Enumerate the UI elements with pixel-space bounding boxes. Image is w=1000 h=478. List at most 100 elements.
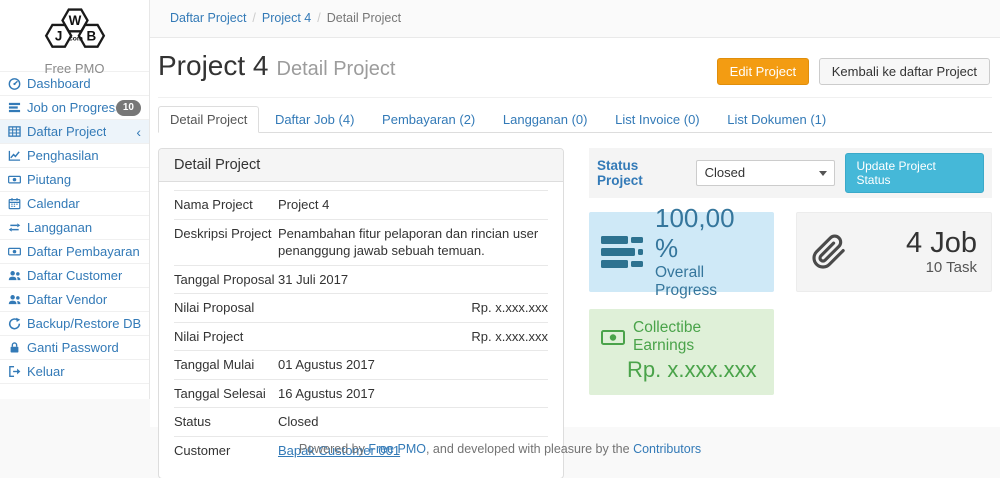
calendar-icon	[8, 197, 21, 210]
sidebar-item-daftar-customer[interactable]: Daftar Customer	[0, 264, 149, 288]
svg-text:B: B	[86, 29, 96, 44]
row-value: 16 Agustus 2017	[278, 385, 548, 403]
page-title: Project 4	[158, 50, 269, 81]
update-project-status-button[interactable]: Update Project Status	[845, 153, 984, 193]
tab-daftar-job[interactable]: Daftar Job (4)	[263, 106, 366, 133]
row-value: Project 4	[278, 196, 548, 214]
exchange-icon	[8, 221, 21, 234]
tab-pembayaran[interactable]: Pembayaran (2)	[370, 106, 487, 133]
tab-list-dokumen[interactable]: List Dokumen (1)	[715, 106, 838, 133]
progress-value: 100,00 %	[655, 204, 762, 264]
refresh-icon	[8, 317, 21, 330]
paperclip-icon	[811, 230, 847, 274]
collectible-earnings-card: Collectibe Earnings Rp. x.xxx.xxx	[589, 309, 774, 395]
sidebar-item-daftar-vendor[interactable]: Daftar Vendor	[0, 288, 149, 312]
sign-out-icon	[8, 365, 21, 378]
breadcrumb-separator: /	[246, 11, 261, 25]
sidebar-item-label: Job on Progress	[27, 100, 116, 115]
tasks-icon	[8, 101, 21, 114]
back-to-project-list-button[interactable]: Kembali ke daftar Project	[819, 58, 990, 85]
main-area: Daftar Project/Project 4/Detail Project …	[150, 0, 1000, 427]
lock-icon	[8, 341, 21, 354]
page-subtitle: Detail Project	[277, 58, 396, 80]
sidebar: W J B .com Free PMO Dashboard Job on Pro…	[0, 0, 150, 399]
breadcrumb-separator: /	[311, 11, 326, 25]
row-value: 01 Agustus 2017	[278, 356, 548, 374]
detail-row-deskripsi-project: Deskripsi Project Penambahan fitur pelap…	[174, 219, 548, 265]
tab-detail-project[interactable]: Detail Project	[158, 106, 259, 133]
breadcrumb-link-daftar-project[interactable]: Daftar Project	[170, 11, 246, 25]
row-label: Nilai Proposal	[174, 299, 278, 317]
sidebar-item-langganan[interactable]: Langganan	[0, 216, 149, 240]
money-icon	[601, 330, 625, 345]
line-chart-icon	[8, 149, 21, 162]
jobs-text: 4 Job 10 Task	[906, 228, 977, 277]
sidebar-item-label: Daftar Vendor	[27, 292, 107, 307]
page-header: Project 4 Detail Project Edit Project Kem…	[158, 48, 992, 98]
users-icon	[8, 293, 21, 306]
table-icon	[8, 125, 21, 138]
tasks-count: 10 Task	[906, 259, 977, 276]
jwb-logo: W J B .com	[29, 44, 121, 59]
row-label: Nama Project	[174, 196, 278, 214]
page-title-block: Project 4 Detail Project	[158, 50, 395, 82]
svg-text:.com: .com	[67, 36, 83, 43]
sidebar-item-daftar-pembayaran[interactable]: Daftar Pembayaran	[0, 240, 149, 264]
free-pmo-link[interactable]: Free PMO	[368, 442, 426, 456]
sidebar-item-keluar[interactable]: Keluar	[0, 360, 149, 384]
overall-progress-card: 100,00 % Overall Progress	[589, 212, 774, 292]
row-value: Penambahan fitur pelaporan dan rincian u…	[278, 225, 548, 260]
header-buttons: Edit Project Kembali ke daftar Project	[717, 58, 990, 85]
sidebar-item-label: Piutang	[27, 172, 71, 187]
sidebar-item-daftar-project[interactable]: Daftar Project ‹	[0, 120, 149, 144]
sidebar-item-label: Backup/Restore DB	[27, 316, 141, 331]
row-value: Rp. x.xxx.xxx	[278, 328, 548, 346]
sidebar-item-label: Calendar	[27, 196, 80, 211]
sidebar-item-dashboard[interactable]: Dashboard	[0, 72, 149, 96]
detail-row-nilai-project: Nilai Project Rp. x.xxx.xxx	[174, 322, 548, 351]
tab-bar: Detail Project Daftar Job (4) Pembayaran…	[158, 106, 992, 133]
sidebar-item-piutang[interactable]: Piutang	[0, 168, 149, 192]
breadcrumb-current: Detail Project	[327, 11, 401, 25]
sidebar-item-label: Daftar Customer	[27, 268, 122, 283]
row-label: Deskripsi Project	[174, 225, 278, 260]
row-label: Nilai Project	[174, 328, 278, 346]
job-count-badge: 10	[116, 100, 141, 116]
sidebar-nav: Dashboard Job on Progress 10 Daftar Proj…	[0, 72, 149, 384]
detail-row-tanggal-selesai: Tanggal Selesai 16 Agustus 2017	[174, 379, 548, 408]
tab-langganan[interactable]: Langganan (0)	[491, 106, 600, 133]
sidebar-item-penghasilan[interactable]: Penghasilan	[0, 144, 149, 168]
breadcrumb: Daftar Project/Project 4/Detail Project	[150, 0, 1000, 38]
free-pmo-app: W J B .com Free PMO Dashboard Job on Pro…	[0, 0, 1000, 478]
row-label: Tanggal Proposal	[174, 271, 278, 289]
progress-label: Overall Progress	[655, 264, 762, 300]
panel-title: Detail Project	[159, 149, 563, 182]
sidebar-item-label: Penghasilan	[27, 148, 99, 163]
sidebar-item-backup-restore-db[interactable]: Backup/Restore DB	[0, 312, 149, 336]
sidebar-item-ganti-password[interactable]: Ganti Password	[0, 336, 149, 360]
brand-block: W J B .com Free PMO	[0, 0, 149, 72]
footer-text: , and developed with pleasure by the	[426, 442, 633, 456]
detail-row-tanggal-mulai: Tanggal Mulai 01 Agustus 2017	[174, 350, 548, 379]
status-project-bar: Status Project Closed Update Project Sta…	[589, 148, 992, 198]
dashboard-icon	[8, 77, 21, 90]
sidebar-item-job-on-progress[interactable]: Job on Progress 10	[0, 96, 149, 120]
sidebar-item-label: Daftar Project	[27, 124, 106, 139]
earnings-label: Collectibe Earnings	[633, 319, 762, 355]
sidebar-item-label: Ganti Password	[27, 340, 119, 355]
edit-project-button[interactable]: Edit Project	[717, 58, 809, 85]
users-icon	[8, 269, 21, 282]
sidebar-item-label: Daftar Pembayaran	[27, 244, 140, 259]
earnings-header: Collectibe Earnings	[601, 319, 762, 355]
row-label: Tanggal Mulai	[174, 356, 278, 374]
chevron-left-icon: ‹	[136, 125, 141, 139]
tab-list-invoice[interactable]: List Invoice (0)	[603, 106, 712, 133]
status-project-select[interactable]: Closed	[696, 160, 836, 186]
sidebar-item-label: Keluar	[27, 364, 65, 379]
detail-row-tanggal-proposal: Tanggal Proposal 31 Juli 2017	[174, 265, 548, 294]
content: Project 4 Detail Project Edit Project Kem…	[150, 38, 1000, 427]
sidebar-item-calendar[interactable]: Calendar	[0, 192, 149, 216]
money-icon	[8, 245, 21, 258]
contributors-link[interactable]: Contributors	[633, 442, 701, 456]
breadcrumb-link-project-4[interactable]: Project 4	[262, 11, 311, 25]
